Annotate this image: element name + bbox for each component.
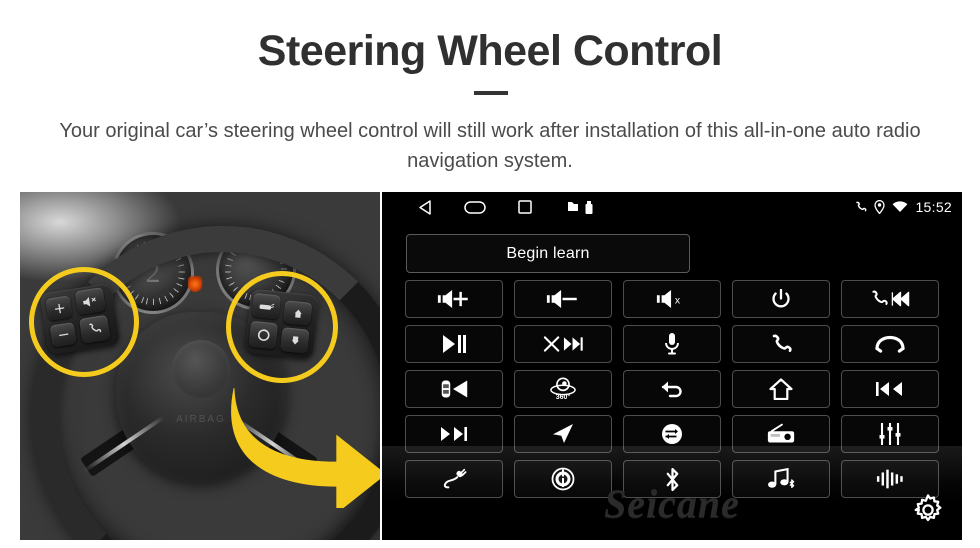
play-pause-button[interactable]: [405, 325, 503, 363]
power-icon: [771, 288, 791, 310]
right-cluster-highlight-circle: [226, 271, 338, 383]
system-status-icons: [568, 192, 593, 222]
content-panels: 2 AIRBAG 15:52 Begin learn x 360° Seican…: [20, 192, 962, 540]
home-button[interactable]: [732, 370, 830, 408]
shuffle-next-icon: [543, 334, 583, 354]
play-pause-icon: [441, 334, 467, 354]
view-360-icon: 360°: [548, 376, 578, 402]
next-track-icon: [439, 424, 469, 444]
phone-answer-icon: [770, 333, 792, 355]
rear-camera-icon: [437, 377, 471, 401]
navigation-arrow-icon: [551, 423, 575, 445]
navigation-button[interactable]: [514, 415, 612, 453]
phone-previous-icon: [870, 289, 910, 309]
android-head-unit-screen: 15:52 Begin learn x 360° Seicane: [382, 192, 962, 540]
power-button[interactable]: [732, 280, 830, 318]
previous-track-icon: [875, 379, 905, 399]
microphone-button[interactable]: [623, 325, 721, 363]
radio-icon: [766, 423, 796, 445]
volume-up-button[interactable]: [405, 280, 503, 318]
status-time: 15:52: [915, 199, 952, 215]
swc-function-grid: x 360°: [405, 280, 939, 498]
settings-button[interactable]: [906, 490, 950, 534]
home-icon[interactable]: [464, 200, 486, 214]
recents-icon[interactable]: [518, 200, 532, 214]
volume-mute-icon: x: [655, 288, 689, 310]
volume-up-icon: [436, 288, 472, 310]
back-arrow-icon: [660, 379, 684, 399]
airbag-center-circle: [172, 340, 230, 398]
phone-hangup-icon: [875, 335, 905, 353]
answer-call-button[interactable]: [732, 325, 830, 363]
airbag-label: AIRBAG: [176, 414, 226, 425]
sd-card-icon: [568, 202, 578, 212]
svg-text:x: x: [675, 296, 681, 307]
home-house-icon: [769, 378, 793, 400]
begin-learn-button[interactable]: Begin learn: [406, 234, 690, 273]
radio-button[interactable]: [732, 415, 830, 453]
page-subtitle: Your original car’s steering wheel contr…: [59, 120, 921, 172]
left-cluster-highlight-circle: [29, 267, 139, 377]
mute-button[interactable]: x: [623, 280, 721, 318]
status-bar: 15:52: [382, 192, 962, 222]
shuffle-next-button[interactable]: [514, 325, 612, 363]
navigation-bar: [418, 192, 532, 222]
back-icon[interactable]: [418, 199, 432, 215]
equalizer-icon: [878, 422, 902, 446]
usb-icon: [585, 200, 593, 214]
view-360-button[interactable]: 360°: [514, 370, 612, 408]
volume-down-icon: [545, 288, 581, 310]
source-swap-icon: [660, 422, 684, 446]
seicane-watermark: Seicane: [604, 481, 740, 526]
source-button[interactable]: [623, 415, 721, 453]
gear-icon: [911, 493, 945, 532]
call-previous-button[interactable]: [841, 280, 939, 318]
end-call-button[interactable]: [841, 325, 939, 363]
svg-text:360°: 360°: [556, 393, 571, 401]
page-title: Steering Wheel Control: [257, 27, 723, 75]
volume-down-button[interactable]: [514, 280, 612, 318]
steering-wheel-photo: 2 AIRBAG: [20, 192, 380, 540]
next-track-button[interactable]: [405, 415, 503, 453]
previous-track-button[interactable]: [841, 370, 939, 408]
location-icon: [874, 200, 886, 214]
page-header: Steering Wheel Control Your original car…: [0, 0, 980, 192]
equalizer-button[interactable]: [841, 415, 939, 453]
title-divider: [474, 91, 508, 95]
yellow-arrow-icon: [228, 384, 380, 514]
back-button[interactable]: [623, 370, 721, 408]
status-right-group: 15:52: [854, 192, 952, 222]
microphone-icon: [664, 332, 680, 356]
phone-icon: [854, 201, 867, 214]
rear-camera-button[interactable]: [405, 370, 503, 408]
wifi-icon: [892, 201, 908, 213]
